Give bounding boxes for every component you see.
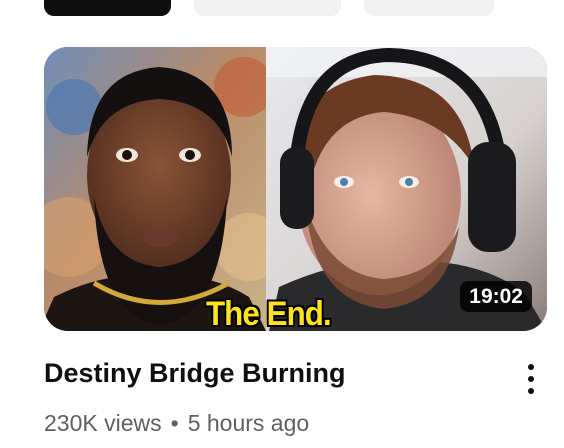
video-metadata: 230K views • 5 hours ago: [44, 410, 309, 437]
filter-chip[interactable]: [194, 0, 341, 16]
menu-dot: [528, 364, 534, 370]
filter-chip[interactable]: [364, 0, 494, 16]
menu-dot: [528, 376, 534, 382]
video-feed: The End. 19:02 Destiny Bridge Burning 23…: [0, 0, 564, 448]
video-thumbnail[interactable]: The End. 19:02: [44, 47, 547, 331]
menu-dot: [528, 388, 534, 394]
more-vert-icon[interactable]: [516, 360, 546, 398]
duration-badge: 19:02: [460, 281, 532, 312]
upload-age: 5 hours ago: [187, 410, 310, 436]
video-title[interactable]: Destiny Bridge Burning: [44, 358, 484, 389]
view-count: 230K views: [44, 410, 162, 436]
filter-chip-active[interactable]: [44, 0, 171, 16]
meta-separator: •: [170, 410, 179, 436]
thumbnail-caption: The End.: [206, 295, 332, 331]
